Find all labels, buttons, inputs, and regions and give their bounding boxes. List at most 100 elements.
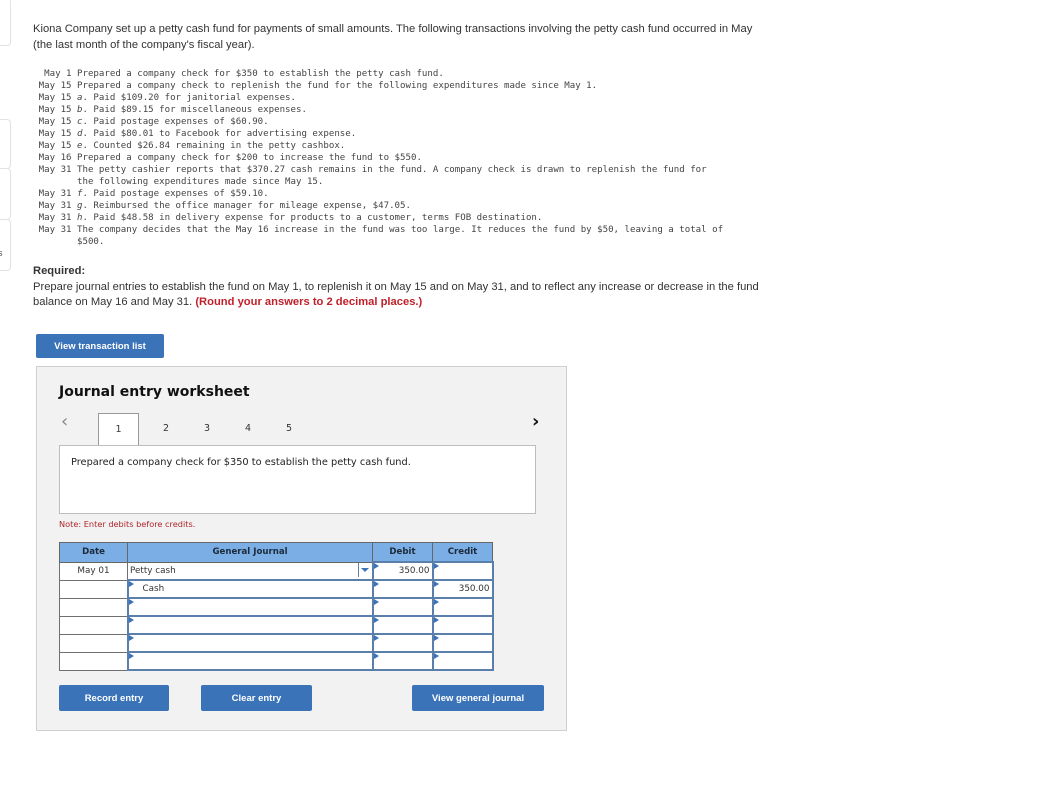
transaction-date: May 15 — [38, 81, 77, 91]
transaction-text: the following expenditures made since Ma… — [77, 177, 324, 187]
transaction-text: h. Paid $48.58 in delivery expense for p… — [77, 213, 543, 223]
input-marker-icon — [433, 599, 439, 605]
input-marker-icon — [433, 581, 439, 587]
account-select[interactable] — [126, 633, 374, 653]
debit-input[interactable] — [371, 651, 434, 671]
transaction-text: a. Paid $109.20 for janitorial expenses. — [77, 93, 297, 103]
credit-input[interactable] — [431, 651, 494, 671]
credit-input[interactable] — [431, 561, 494, 581]
date-cell[interactable] — [59, 579, 128, 599]
transaction-item: May 15 b. Paid $89.15 for miscellaneous … — [33, 104, 723, 116]
tab-5[interactable]: 5 — [263, 413, 315, 444]
record-entry-button[interactable]: Record entry — [59, 685, 169, 711]
transaction-item: May 15 a. Paid $109.20 for janitorial ex… — [33, 92, 723, 104]
transaction-date: May 31 — [38, 189, 77, 199]
transaction-item: May 15 Prepared a company check to reple… — [33, 80, 723, 92]
input-marker-icon — [128, 599, 134, 605]
date-cell[interactable]: May 01 — [59, 561, 128, 581]
transaction-date: May 15 — [38, 129, 77, 139]
transaction-text: c. Paid postage expenses of $60.90. — [77, 117, 269, 127]
view-general-journal-button[interactable]: View general journal — [412, 685, 544, 711]
date-cell[interactable] — [59, 651, 128, 671]
transaction-date — [33, 236, 77, 248]
date-cell[interactable] — [59, 615, 128, 635]
transaction-text: The company decides that the May 16 incr… — [77, 225, 724, 235]
transaction-text: Prepared a company check to replenish th… — [77, 81, 598, 91]
date-cell[interactable] — [59, 597, 128, 617]
transaction-date: May 31 — [38, 201, 77, 211]
problem-intro: Kiona Company set up a petty cash fund f… — [33, 23, 753, 51]
side-tab-3[interactable] — [0, 168, 11, 220]
transaction-item: May 15 c. Paid postage expenses of $60.9… — [33, 116, 723, 128]
chevron-right-icon[interactable]: › — [532, 411, 539, 432]
account-select[interactable] — [126, 597, 374, 617]
side-tab-4[interactable]: s — [0, 219, 11, 271]
worksheet-title: Journal entry worksheet — [59, 384, 250, 400]
credit-input[interactable]: 350.00 — [431, 579, 494, 599]
date-cell[interactable] — [59, 633, 128, 653]
tab-2[interactable]: 2 — [151, 413, 181, 444]
input-marker-icon — [373, 599, 379, 605]
transaction-item-continued: $500. — [33, 236, 723, 248]
account-select[interactable]: Cash — [126, 579, 374, 599]
account-select[interactable] — [126, 651, 374, 671]
input-marker-icon — [373, 653, 379, 659]
required-label: Required: — [33, 265, 86, 277]
debit-input[interactable] — [371, 633, 434, 653]
transaction-date: May 15 — [38, 105, 77, 115]
journal-entry-worksheet: Journal entry worksheet ‹ 1 2 3 4 5 › Pr… — [36, 366, 567, 731]
transaction-date: May 31 — [38, 213, 77, 223]
account-select[interactable] — [126, 615, 374, 635]
transaction-list: May 1 Prepared a company check for $350 … — [33, 68, 723, 248]
tab-3[interactable]: 3 — [181, 413, 233, 444]
required-section: Required: Prepare journal entries to est… — [33, 264, 793, 311]
transaction-item: May 31 h. Paid $48.58 in delivery expens… — [33, 212, 723, 224]
debit-input[interactable]: 350.00 — [371, 561, 434, 581]
column-header-general-journal: General Journal — [127, 542, 373, 563]
input-marker-icon — [373, 581, 379, 587]
input-marker-icon — [128, 653, 134, 659]
input-marker-icon — [128, 635, 134, 641]
debit-input[interactable] — [371, 615, 434, 635]
transaction-date: May 1 — [44, 69, 77, 79]
transaction-date — [33, 176, 77, 188]
column-header-credit: Credit — [432, 542, 493, 563]
credit-input[interactable] — [431, 615, 494, 635]
transaction-text: Prepared a company check for $200 to inc… — [77, 153, 422, 163]
side-tab-2[interactable] — [0, 119, 11, 169]
transaction-description-text: Prepared a company check for $350 to est… — [71, 457, 411, 468]
transaction-text: g. Reimbursed the office manager for mil… — [77, 201, 411, 211]
tab-4[interactable]: 4 — [233, 413, 263, 444]
input-marker-icon — [128, 581, 134, 587]
date-cell-value: May 01 — [77, 566, 110, 576]
transaction-text: Prepared a company check for $350 to est… — [77, 69, 444, 79]
credit-input[interactable] — [431, 597, 494, 617]
dropdown-arrow-icon[interactable] — [357, 562, 372, 577]
journal-row — [59, 651, 494, 671]
clear-entry-button[interactable]: Clear entry — [201, 685, 312, 711]
transaction-text: The petty cashier reports that $370.27 c… — [77, 165, 707, 175]
credit-input[interactable] — [431, 633, 494, 653]
input-marker-icon — [373, 617, 379, 623]
chevron-left-icon[interactable]: ‹ — [61, 411, 68, 432]
transaction-date: May 15 — [38, 93, 77, 103]
tab-1[interactable]: 1 — [98, 413, 139, 445]
input-marker-icon — [373, 635, 379, 641]
transaction-item: May 16 Prepared a company check for $200… — [33, 152, 723, 164]
account-select[interactable]: Petty cash — [127, 561, 373, 581]
transaction-text: e. Counted $26.84 remaining in the petty… — [77, 141, 346, 151]
view-transaction-list-button[interactable]: View transaction list — [36, 334, 164, 358]
transaction-item: May 31 The company decides that the May … — [33, 224, 723, 236]
transaction-text: b. Paid $89.15 for miscellaneous expense… — [77, 105, 307, 115]
transaction-date: May 15 — [38, 117, 77, 127]
transaction-item: May 1 Prepared a company check for $350 … — [33, 68, 723, 80]
debit-input[interactable] — [371, 597, 434, 617]
debit-input-value: 350.00 — [398, 566, 430, 576]
transaction-item: May 31 g. Reimbursed the office manager … — [33, 200, 723, 212]
column-header-debit: Debit — [372, 542, 433, 563]
transaction-item: May 31 f. Paid postage expenses of $59.1… — [33, 188, 723, 200]
transaction-item: May 15 d. Paid $80.01 to Facebook for ad… — [33, 128, 723, 140]
debit-input[interactable] — [371, 579, 434, 599]
side-tab-1[interactable] — [0, 0, 11, 46]
transaction-text: f. Paid postage expenses of $59.10. — [77, 189, 269, 199]
